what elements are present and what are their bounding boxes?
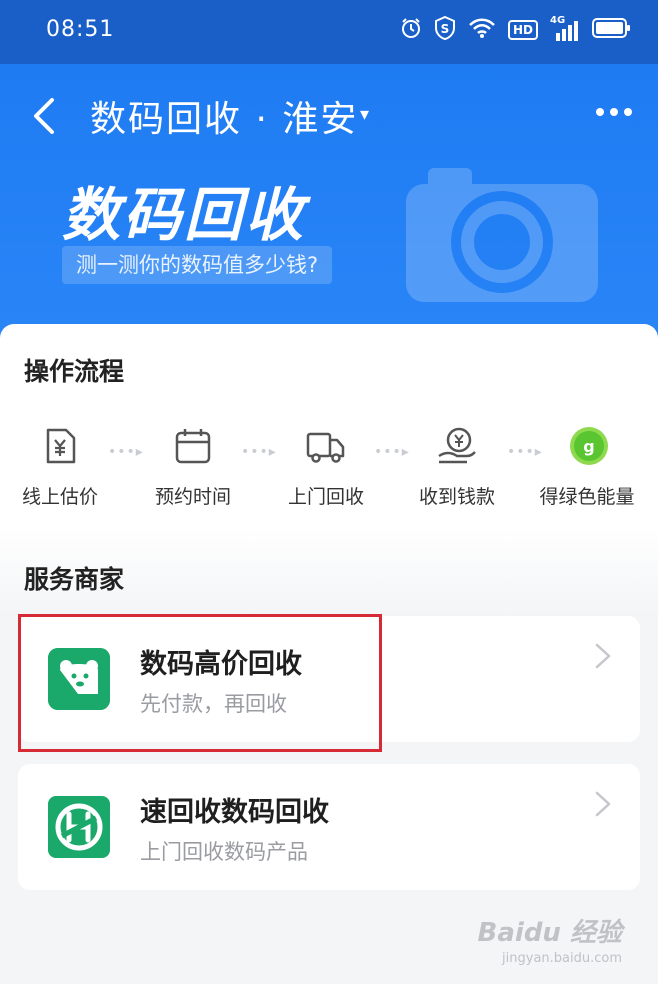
coin-hand-icon: [437, 426, 477, 466]
status-time: 08:51: [46, 17, 115, 42]
city-dropdown-icon[interactable]: ▾: [360, 104, 369, 125]
camera-icon: [406, 168, 598, 302]
shield-s-icon: S: [434, 15, 456, 44]
hd-icon: HD: [507, 20, 538, 40]
status-bar: 08:51 S HD 4G: [0, 0, 658, 64]
merchant-item[interactable]: 数码高价回收 先付款，再回收: [18, 616, 640, 742]
wifi-icon: [468, 17, 496, 43]
merchants-title: 服务商家: [24, 565, 125, 594]
yuan-document-icon: [40, 426, 80, 466]
process-title: 操作流程: [24, 357, 125, 386]
step-label: 线上估价: [21, 486, 98, 508]
svg-text:S: S: [441, 22, 450, 36]
banner-subtitle: 测一测你的数码值多少钱?: [62, 246, 333, 284]
step-receive-payment: 收到钱款: [397, 426, 517, 509]
merchant-name: 数码高价回收: [140, 649, 302, 680]
chevron-left-icon: [34, 98, 54, 134]
svg-text:g: g: [583, 437, 594, 456]
step-label: 预约时间: [154, 486, 231, 508]
merchant-item[interactable]: 速回收数码回收 上门回收数码产品: [18, 764, 640, 890]
sh-logo-icon: [48, 796, 110, 858]
step-green-energy: g 得绿色能量: [529, 426, 649, 509]
back-button[interactable]: [28, 96, 64, 136]
chevron-right-icon: [595, 643, 611, 669]
page-title[interactable]: 数码回收 · 淮安: [90, 90, 358, 142]
chevron-right-icon: [595, 791, 611, 817]
green-energy-icon: g: [569, 426, 609, 466]
more-button[interactable]: [596, 108, 632, 116]
truck-icon: [306, 426, 346, 466]
watermark-line1: Baidu 经验: [477, 918, 622, 948]
status-icons: S HD 4G: [400, 15, 632, 44]
merchant-desc: 上门回收数码产品: [140, 840, 308, 864]
step-online-quote: 线上估价: [0, 426, 120, 509]
bear-logo-icon: [48, 648, 110, 710]
calendar-icon: [173, 426, 213, 466]
signal-4g-icon: 4G: [550, 15, 580, 41]
header: 数码回收 · 淮安 ▾ 数码回收 测一测你的数码值多少钱?: [0, 64, 658, 354]
watermark-line2: jingyan.baidu.com: [502, 951, 622, 966]
step-book-time: 预约时间: [133, 426, 253, 509]
step-door-pickup: 上门回收: [266, 426, 386, 509]
baidu-watermark: Baidu 经验 jingyan.baidu.com: [478, 912, 622, 966]
merchant-desc: 先付款，再回收: [140, 692, 287, 716]
alarm-icon: [400, 17, 422, 43]
step-label: 收到钱款: [418, 486, 495, 508]
merchant-name: 速回收数码回收: [140, 797, 329, 828]
step-label: 得绿色能量: [539, 486, 635, 508]
battery-icon: [592, 17, 632, 43]
step-label: 上门回收: [287, 486, 364, 508]
banner-title: 数码回收: [62, 181, 307, 249]
